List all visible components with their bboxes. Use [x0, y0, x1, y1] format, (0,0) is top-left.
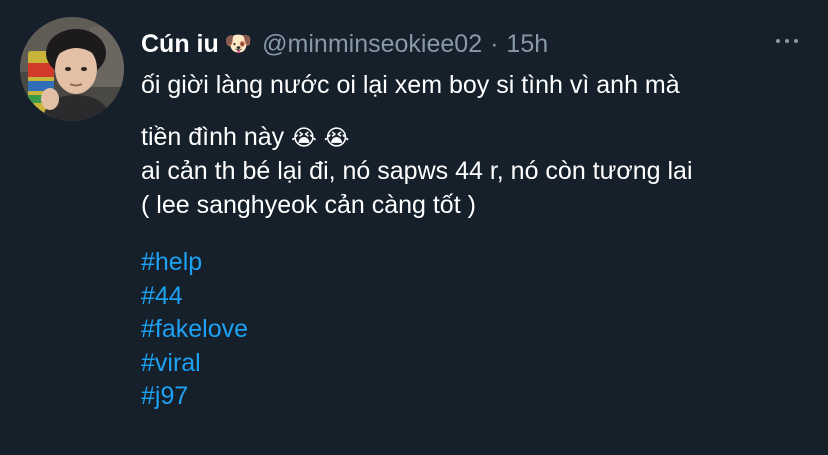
hashtag-link[interactable]: #fakelove [141, 313, 248, 347]
avatar[interactable] [20, 17, 124, 121]
tweet: Cún iu 🐶 @minminseokiee02 · 15h ối giời … [0, 0, 828, 455]
more-horizontal-icon-dot [794, 39, 798, 43]
tweet-text-line: tiền đình này 😭 😭 [141, 110, 811, 154]
crying-face-emoji-icon: 😭 [323, 125, 350, 150]
dog-emoji-icon: 🐶 [224, 31, 253, 56]
hashtag-link[interactable]: #j97 [141, 380, 248, 414]
hashtag-link[interactable]: #viral [141, 347, 248, 381]
author-display-name[interactable]: Cún iu [141, 30, 219, 59]
more-horizontal-icon [776, 39, 780, 43]
crying-face-emoji-icon: 😭 [291, 125, 317, 150]
hashtag-link[interactable]: #44 [141, 280, 248, 314]
hashtag-list: #help #44 #fakelove #viral #j97 [141, 246, 248, 414]
avatar-photo [20, 17, 124, 121]
separator-dot: · [490, 29, 499, 58]
tweet-body: ối giời làng nước oi lại xem boy si tình… [141, 62, 811, 222]
more-horizontal-icon-dot [785, 39, 789, 43]
hashtag-link[interactable]: #help [141, 246, 248, 280]
tweet-text-line: ai cản th bé lại đi, nó sapws 44 r, nó c… [141, 157, 693, 185]
tweet-text-line: ối giời làng nước oi lại xem boy si tình… [141, 71, 680, 99]
more-options-button[interactable] [770, 30, 804, 52]
author-handle[interactable]: @minminseokiee02 [262, 30, 482, 59]
tweet-text-segment: tiền đình này [141, 123, 285, 151]
tweet-header: Cún iu 🐶 @minminseokiee02 · 15h [141, 28, 548, 60]
tweet-text-line: ( lee sanghyeok cản càng tốt ) [141, 191, 476, 219]
timestamp[interactable]: 15h [506, 30, 548, 59]
